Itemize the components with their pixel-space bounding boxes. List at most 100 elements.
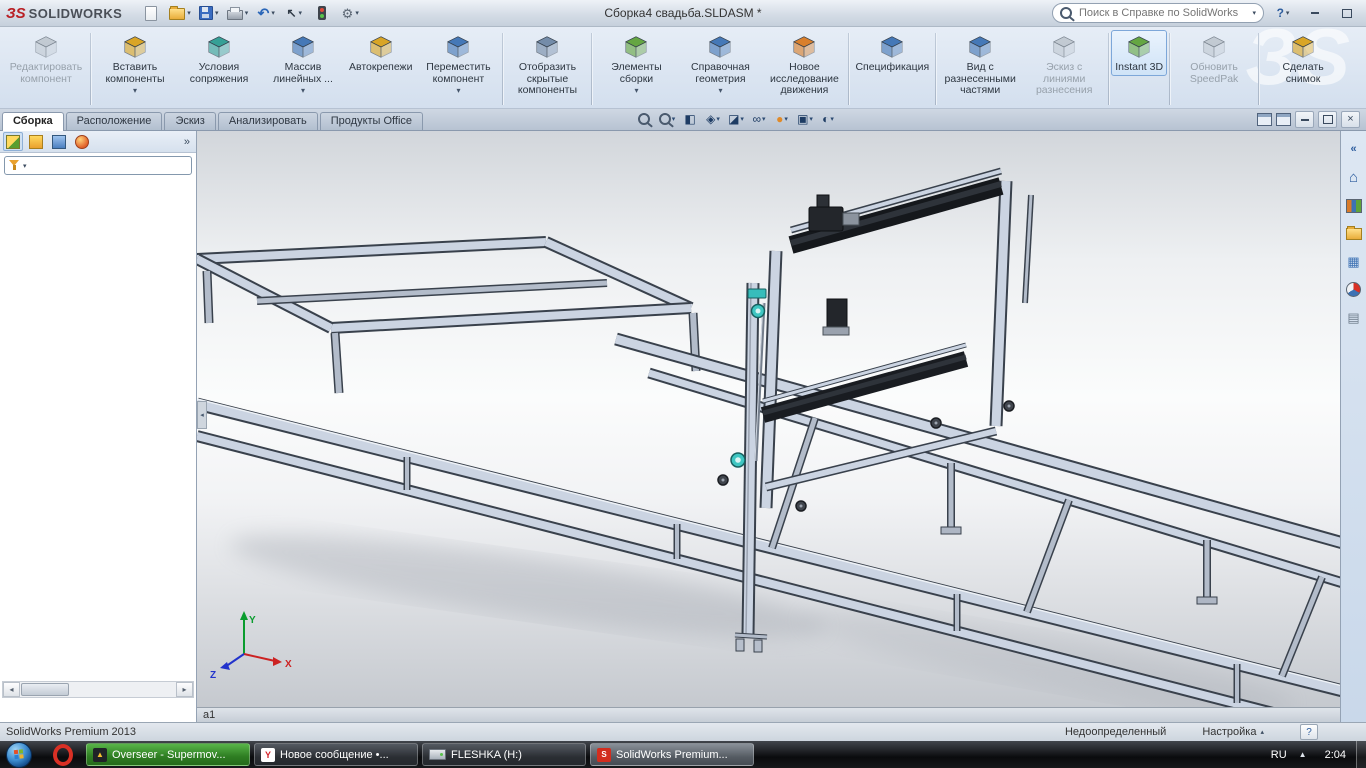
hide-show-items-button[interactable]: ∞ ▾ [748, 110, 770, 128]
print-icon [226, 7, 243, 20]
panel-horizontal-scrollbar[interactable]: ◂ ▸ [2, 681, 194, 698]
search-icon [1060, 7, 1072, 19]
ribbon-button-reference-geometry[interactable]: Справочная геометрия ▾ [678, 30, 762, 97]
doc-close-button[interactable]: × [1341, 111, 1360, 128]
ribbon-button-smart-fasteners[interactable]: Автокрепежи [345, 30, 416, 76]
tab-configurationmanager[interactable] [49, 132, 69, 151]
taskbar-item-solidworks[interactable]: S SolidWorks Premium... [590, 743, 754, 766]
filter-input[interactable] [29, 158, 187, 173]
tab-sketch[interactable]: Эскиз [164, 112, 216, 130]
tab-propertymanager[interactable] [26, 132, 46, 151]
print-button[interactable]: ▾ [224, 3, 252, 23]
rebuild-button[interactable] [309, 3, 335, 23]
ribbon-button-linear-pattern[interactable]: Массив линейных ... ▾ [261, 30, 345, 97]
show-desktop-button[interactable] [1356, 741, 1366, 768]
edit-appearance-button[interactable]: ● ▾ [771, 110, 793, 128]
taskbar-item-overseer[interactable]: ▲ Overseer - Supermov... [86, 743, 250, 766]
opera-icon[interactable] [53, 743, 73, 766]
ribbon-button-edit-component[interactable]: Редактировать компонент [4, 30, 88, 87]
ribbon-button-take-snapshot[interactable]: Сделать снимок [1261, 30, 1345, 87]
custom-properties-icon[interactable]: ▤ [1345, 309, 1362, 326]
gear-icon: ⚙ [341, 5, 354, 21]
tab-displaymanager[interactable] [72, 132, 92, 151]
start-button[interactable] [6, 741, 32, 768]
tree-filter-field[interactable]: ▾ [4, 156, 192, 175]
taskbar-item-mail[interactable]: Y Новое сообщение •... [254, 743, 418, 766]
design-library-icon[interactable] [1345, 197, 1362, 214]
panel-splitter-handle[interactable]: ◂ [197, 401, 207, 429]
doc-restore-button[interactable] [1318, 111, 1337, 128]
language-indicator[interactable]: RU [1271, 749, 1287, 761]
assembly-model[interactable]: Y X Z [197, 131, 1340, 722]
appearances-icon[interactable] [1345, 281, 1362, 298]
apply-scene-button[interactable]: ▣ ▾ [794, 110, 816, 128]
scrollbar-thumb[interactable] [21, 683, 69, 696]
panel-expand-icon[interactable]: » [184, 136, 193, 148]
display-style-button[interactable]: ◪ ▾ [725, 110, 747, 128]
search-input[interactable] [1077, 6, 1248, 20]
ribbon-button-move-component[interactable]: Переместить компонент ▾ [416, 30, 500, 97]
app-restore-button[interactable] [1334, 3, 1360, 23]
settings-toggle[interactable]: Настройка ▴ [1202, 726, 1264, 738]
chevron-down-icon: ▾ [187, 10, 191, 17]
tab-assembly[interactable]: Сборка [2, 112, 64, 131]
taskbar-clock[interactable]: 2:04 [1319, 749, 1352, 761]
tab-featuremanager-tree[interactable] [3, 132, 23, 151]
task-pane-collapse-icon[interactable]: « [1345, 141, 1362, 158]
ribbon-button-bill-of-materials[interactable]: Спецификация [851, 30, 933, 76]
chevron-down-icon[interactable]: ▾ [23, 162, 27, 170]
taskbar-item-explorer[interactable]: FLESHKA (H:) [422, 743, 586, 766]
save-button[interactable]: ▾ [196, 3, 222, 23]
view-palette-icon[interactable]: ▦ [1345, 253, 1362, 270]
restored-document-bar[interactable]: а1 [197, 707, 1340, 722]
close-icon: × [1347, 113, 1354, 125]
take-snapshot-icon [1292, 36, 1314, 58]
status-help-button[interactable]: ? [1300, 724, 1318, 740]
app-minimize-button[interactable] [1302, 3, 1328, 23]
titlebar-right-cluster: ▾ ?▾ [1052, 3, 1360, 23]
bed-frame [197, 236, 701, 394]
doc-pane-icon-2[interactable] [1276, 113, 1291, 126]
help-search-box[interactable]: ▾ [1052, 3, 1264, 23]
ribbon-button-show-hidden-components[interactable]: Отобразить скрытые компоненты [505, 30, 589, 99]
tab-evaluate[interactable]: Анализировать [217, 112, 318, 130]
scroll-left-arrow[interactable]: ◂ [3, 682, 20, 697]
tab-layout[interactable]: Расположение [65, 112, 163, 130]
section-view-button[interactable]: ◧ [679, 110, 701, 128]
chevron-down-icon: ▾ [244, 10, 249, 17]
select-button[interactable]: ↖ ▾ [281, 3, 307, 23]
tab-office-products[interactable]: Продукты Office [319, 112, 424, 130]
help-button[interactable]: ? ▾ [1270, 3, 1296, 23]
file-explorer-icon[interactable] [1345, 225, 1362, 242]
doc-minimize-button[interactable] [1295, 111, 1314, 128]
view-settings-button[interactable]: ◐ ▾ [817, 110, 839, 128]
tray-chevron-up-icon[interactable]: ▲ [1299, 750, 1307, 759]
insert-components-icon [124, 36, 146, 58]
doc-pane-icon-1[interactable] [1257, 113, 1272, 126]
feature-tree-area[interactable] [0, 178, 196, 722]
chevron-down-icon: ▾ [456, 86, 461, 95]
ribbon-button-mate-conditions[interactable]: Условия сопряжения [177, 30, 261, 87]
open-document-button[interactable]: ▾ [166, 3, 194, 23]
chevron-down-icon[interactable]: ▾ [1252, 9, 1256, 17]
solidworks-resources-icon[interactable]: ⌂ [1345, 169, 1362, 186]
ribbon-button-update-speedpak[interactable]: Обновить SpeedPak [1172, 30, 1256, 87]
scroll-right-arrow[interactable]: ▸ [176, 682, 193, 697]
quick-toolbar: ▾ ▾ ▾ ↶ ▾ ↖ ▾ ⚙ ▾ [138, 3, 363, 23]
new-document-button[interactable] [138, 3, 164, 23]
zoom-area-button[interactable]: ▾ [656, 110, 678, 128]
ribbon-button-instant3d[interactable]: Instant 3D [1111, 30, 1168, 76]
graphics-viewport[interactable]: Y X Z ◂ а1 [197, 131, 1340, 722]
ribbon-button-explode-line-sketch[interactable]: Эскиз с линиями разнесения [1022, 30, 1106, 99]
mates-icon [208, 36, 230, 58]
ribbon-button-assembly-features[interactable]: Элементы сборки ▾ [594, 30, 678, 97]
options-button[interactable]: ⚙ ▾ [337, 3, 363, 23]
view-orientation-button[interactable]: ◈ ▾ [702, 110, 724, 128]
undo-button[interactable]: ↶ ▾ [253, 3, 279, 23]
zoom-fit-button[interactable] [633, 110, 655, 128]
propertymanager-icon [29, 134, 43, 149]
command-manager-ribbon: ЗS Редактировать компонент Вставить комп… [0, 27, 1366, 109]
ribbon-button-new-motion-study[interactable]: Новое исследование движения [762, 30, 846, 99]
ribbon-button-insert-components[interactable]: Вставить компоненты ▾ [93, 30, 177, 97]
ribbon-button-exploded-view[interactable]: Вид с разнесенными частями [938, 30, 1022, 99]
